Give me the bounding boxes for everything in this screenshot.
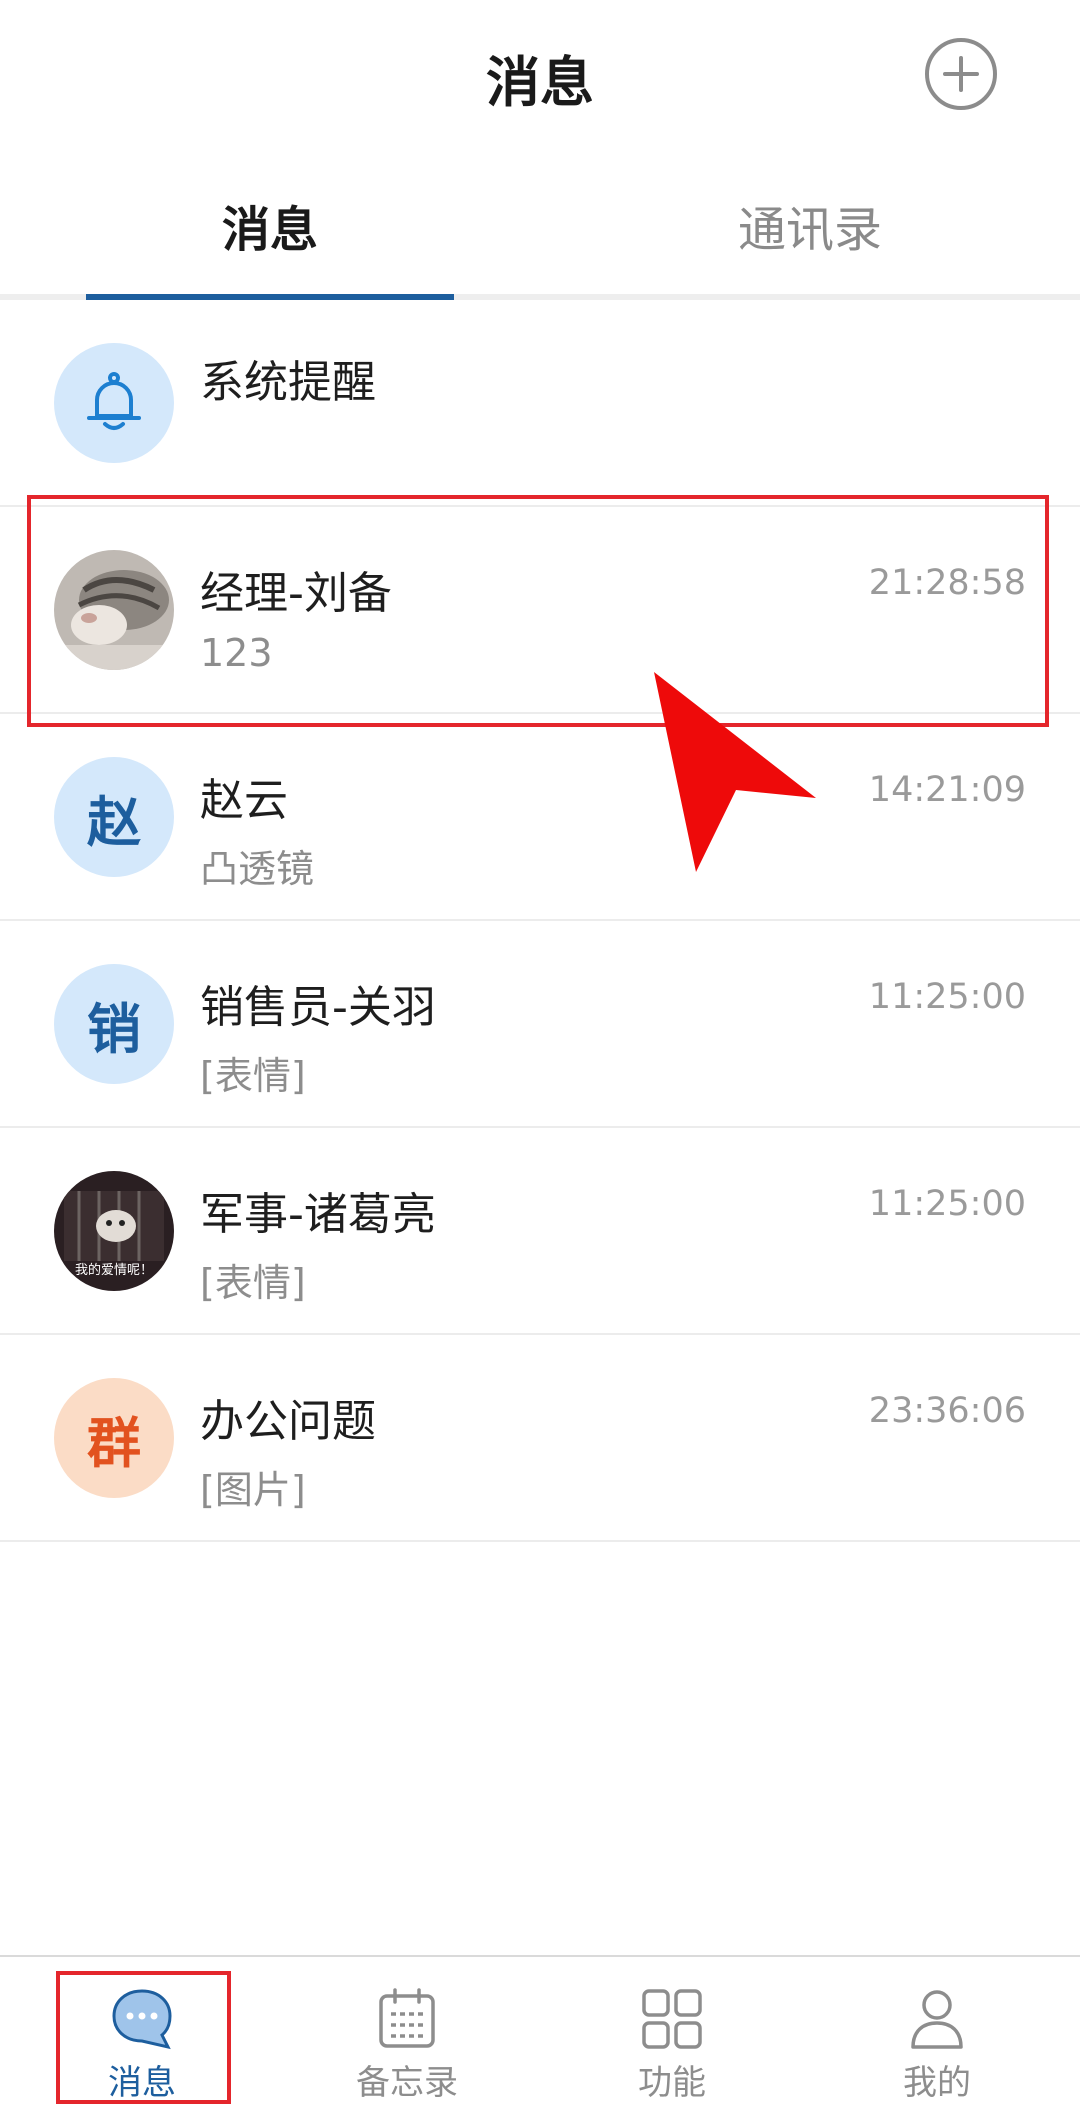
message-time: 14:21:09: [868, 770, 1026, 810]
message-time: 11:25:00: [868, 1184, 1026, 1224]
nav-label: 功能: [638, 2063, 706, 2103]
grid-icon: [642, 1989, 702, 2049]
nav-item-mine[interactable]: 我的: [802, 1957, 1072, 2120]
message-time: 23:36:06: [868, 1391, 1026, 1431]
cat-photo: [54, 550, 174, 670]
message-time: 21:28:58: [868, 563, 1026, 603]
page-title: 消息: [486, 51, 594, 114]
contact-name: 赵云: [200, 775, 288, 826]
plus-circle-icon[interactable]: [923, 36, 999, 112]
chat-bubble-icon: [112, 1989, 172, 2050]
avatar: 群: [54, 1378, 174, 1498]
message-preview: [图片]: [200, 1468, 306, 1512]
conversation-item-guanyu[interactable]: 销 销售员-关羽 [表情] 11:25:00: [0, 921, 1080, 1128]
contact-name: 军事-诸葛亮: [200, 1189, 436, 1240]
conversation-item-zhugeliang[interactable]: 我的爱情呢！ 军事-诸葛亮 [表情] 11:25:00: [0, 1128, 1080, 1335]
contact-name: 系统提醒: [200, 357, 376, 408]
nav-item-memo[interactable]: 备忘录: [272, 1957, 542, 2120]
conversation-item-office-group[interactable]: 群 办公问题 [图片] 23:36:06: [0, 1335, 1080, 1542]
bottom-nav: 消息 备忘录 功能 我的: [0, 1955, 1080, 2120]
conversation-item-system-reminder[interactable]: 系统提醒: [0, 300, 1080, 507]
avatar-photo: [54, 550, 174, 670]
message-preview: [表情]: [200, 1054, 306, 1098]
person-icon: [911, 1990, 963, 2049]
message-preview: 123: [200, 631, 273, 675]
avatar: 赵: [54, 757, 174, 877]
bell-icon: [87, 372, 141, 430]
tab-messages[interactable]: 消息: [0, 190, 540, 260]
tab-contacts[interactable]: 通讯录: [540, 190, 1080, 260]
nav-item-messages[interactable]: 消息: [7, 1957, 277, 2120]
calendar-icon: [379, 1988, 435, 2048]
avatar-photo: 我的爱情呢！: [54, 1171, 174, 1291]
nav-label: 备忘录: [356, 2063, 458, 2103]
message-time: 11:25:00: [868, 977, 1026, 1017]
nav-label: 我的: [903, 2063, 971, 2103]
contact-name: 经理-刘备: [200, 568, 392, 619]
avatar-caption: 我的爱情呢！: [74, 1263, 153, 1278]
conversation-item-zhaoyun[interactable]: 赵 赵云 凸透镜 14:21:09: [0, 714, 1080, 921]
avatar: [54, 343, 174, 463]
contact-name: 办公问题: [200, 1396, 376, 1447]
nav-label: 消息: [108, 2063, 176, 2103]
top-bar: 消息: [0, 0, 1080, 150]
nav-item-functions[interactable]: 功能: [537, 1957, 807, 2120]
tab-bar: 消息 通讯录: [0, 150, 1080, 300]
message-preview: [表情]: [200, 1261, 306, 1305]
avatar: 销: [54, 964, 174, 1084]
contact-name: 销售员-关羽: [200, 982, 436, 1033]
message-preview: 凸透镜: [200, 847, 315, 891]
conversation-item-manager-liubei[interactable]: 经理-刘备 123 21:28:58: [0, 507, 1080, 714]
